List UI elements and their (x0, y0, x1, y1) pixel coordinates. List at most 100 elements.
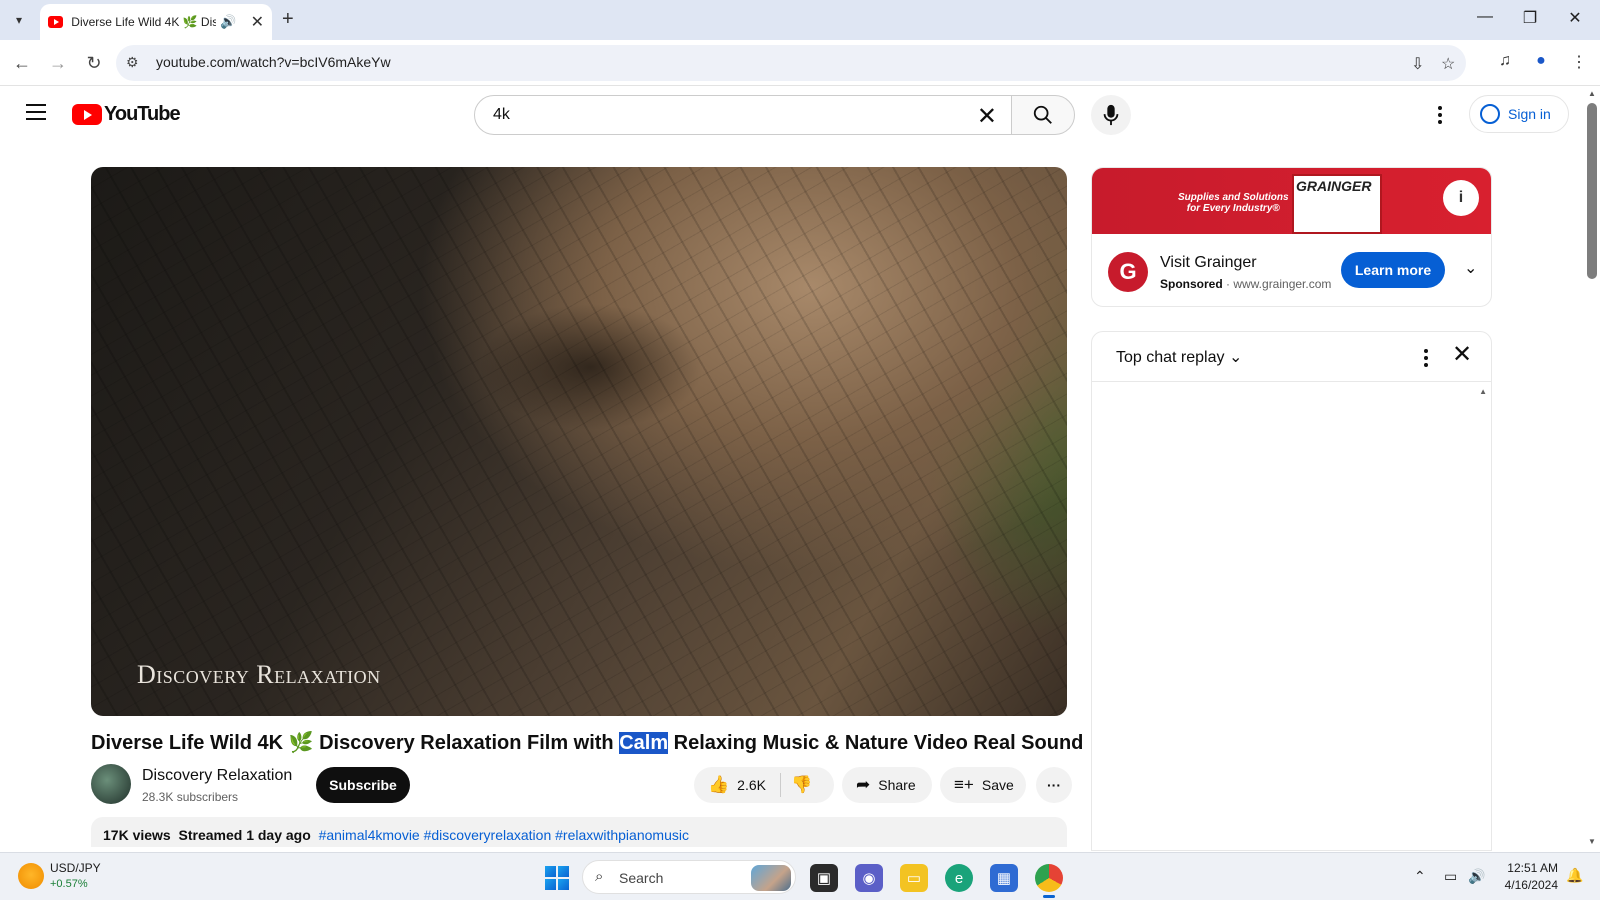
page-scrollbar[interactable]: ▲ ▼ (1584, 87, 1600, 850)
stream-date: Streamed 1 day ago (178, 827, 311, 843)
taskbar: USD/JPY +0.57% ⌕ Search ▣ ◉ ▭ e ▦ ⌃ ▭ 🔊 … (0, 852, 1600, 900)
clock-time: 12:51 AM (1507, 861, 1558, 875)
ticker-label[interactable]: USD/JPY (50, 861, 101, 875)
url-text[interactable]: youtube.com/watch?v=bcIV6mAkeYw (156, 54, 391, 70)
teams-chat-icon[interactable]: ◉ (855, 864, 883, 892)
hamburger-menu-icon[interactable] (26, 104, 46, 120)
sign-in-label: Sign in (1508, 106, 1551, 122)
search-icon: ⌕ (595, 868, 604, 885)
ad-title[interactable]: Visit Grainger (1160, 254, 1257, 272)
ad-domain: · www.grainger.com (1226, 277, 1332, 291)
chrome-icon[interactable] (1035, 864, 1063, 898)
sign-in-button[interactable]: Sign in (1469, 95, 1569, 133)
share-icon: ➦ (856, 775, 871, 794)
save-button[interactable]: ≡+ Save (940, 767, 1026, 803)
video-title: Diverse Life Wild 4K 🌿 Discovery Relaxat… (91, 730, 1083, 755)
search-icon (1033, 105, 1052, 124)
like-count[interactable]: 2.6K (737, 777, 766, 793)
share-button[interactable]: ➦ Share (842, 767, 932, 803)
youtube-logo[interactable]: YouTube (72, 103, 181, 126)
clear-search-icon[interactable]: ✕ (977, 102, 997, 131)
chat-header: Top chat replay ⌄ ✕ (1092, 332, 1491, 382)
like-icon[interactable]: 👍 (708, 775, 729, 795)
video-player[interactable]: Discovery Relaxation (91, 167, 1067, 716)
ad-banner[interactable]: Supplies and Solutions for Every Industr… (1092, 168, 1491, 234)
save-playlist-icon: ≡+ (954, 775, 974, 794)
browser-menu-icon[interactable]: ⋮ (1568, 52, 1590, 72)
channel-avatar[interactable] (91, 764, 131, 804)
save-label: Save (981, 777, 1014, 793)
tab-close-icon[interactable]: ✕ (251, 12, 264, 32)
minimize-icon[interactable]: — (1470, 8, 1500, 26)
more-actions-button[interactable]: ··· (1036, 767, 1072, 803)
microsoft-store-icon[interactable]: ▦ (990, 864, 1018, 892)
chat-close-icon[interactable]: ✕ (1452, 340, 1472, 369)
chat-replay-panel: Top chat replay ⌄ ✕ ▲ (1091, 331, 1492, 851)
network-icon[interactable]: ▭ (1444, 868, 1457, 885)
advertiser-logo-icon[interactable]: G (1108, 252, 1148, 292)
weather-widget-icon[interactable] (18, 863, 44, 889)
reload-icon[interactable]: ↻ (82, 51, 106, 75)
ad-info-icon[interactable]: i (1443, 180, 1479, 216)
new-tab-button[interactable]: + (282, 8, 294, 31)
search-input[interactable]: 4k ✕ (474, 95, 1012, 135)
youtube-header: YouTube 4k ✕ Sign in (0, 87, 1580, 143)
back-icon[interactable]: ← (10, 51, 34, 75)
dislike-icon[interactable]: 👎 (791, 775, 812, 795)
chevron-down-icon: ⌄ (1228, 349, 1243, 366)
scrollbar-thumb[interactable] (1587, 103, 1597, 279)
task-view-icon[interactable]: ▣ (810, 864, 838, 892)
speaker-icon[interactable]: 🔊 (220, 14, 236, 30)
scroll-down-icon[interactable]: ▼ (1588, 837, 1596, 846)
system-clock[interactable]: 12:51 AM 4/16/2024 (1500, 860, 1558, 894)
profile-icon[interactable]: ● (1530, 52, 1552, 70)
chat-title: Top chat replay (1116, 349, 1225, 366)
like-dislike-group: 👍 2.6K 👎 (694, 767, 834, 803)
learn-more-button[interactable]: Learn more (1341, 252, 1445, 288)
ad-card[interactable]: Supplies and Solutions for Every Industr… (1091, 167, 1492, 307)
chat-scroll-up-icon[interactable]: ▲ (1479, 387, 1487, 396)
show-hidden-icons-icon[interactable]: ⌃ (1414, 868, 1426, 885)
search-button[interactable] (1011, 95, 1075, 135)
browser-toolbar: ← → ↻ ⚙ youtube.com/watch?v=bcIV6mAkeYw … (0, 40, 1600, 86)
search-query[interactable]: 4k (493, 106, 510, 124)
tab-search-icon[interactable]: ▾ (8, 9, 30, 31)
share-label: Share (878, 777, 916, 793)
subscribe-button[interactable]: Subscribe (316, 767, 410, 803)
ad-tagline-1: Supplies and Solutions (1178, 192, 1289, 203)
voice-search-button[interactable] (1091, 95, 1131, 135)
more-horizontal-icon: ··· (1047, 777, 1061, 793)
ad-tagline: Supplies and Solutions for Every Industr… (1178, 192, 1289, 214)
start-windows-icon[interactable] (545, 866, 569, 890)
taskbar-search-label: Search (619, 870, 664, 886)
bookmark-star-icon[interactable]: ☆ (1441, 54, 1455, 74)
taskbar-search[interactable]: ⌕ Search (582, 860, 796, 894)
media-controls-icon[interactable]: ♫ (1494, 52, 1516, 70)
install-app-icon[interactable]: ⇩ (1411, 54, 1424, 74)
ad-sponsored-line: Sponsored · www.grainger.com (1160, 277, 1331, 291)
site-info-icon[interactable]: ⚙ (126, 54, 139, 71)
youtube-logo-text: YouTube (104, 103, 181, 125)
chat-mode-dropdown[interactable]: Top chat replay ⌄ (1116, 347, 1242, 367)
youtube-play-icon (72, 104, 102, 125)
hashtag-links[interactable]: #animal4kmovie #discoveryrelaxation #rel… (319, 827, 689, 843)
edge-browser-icon[interactable]: e (945, 864, 973, 892)
address-bar[interactable]: ⚙ youtube.com/watch?v=bcIV6mAkeYw ⇩ ☆ (116, 45, 1466, 81)
notification-bell-icon[interactable]: 🔔 (1566, 867, 1583, 884)
description-box[interactable]: 17K views Streamed 1 day ago #animal4kmo… (91, 817, 1067, 847)
chevron-down-icon[interactable]: ⌄ (1464, 258, 1477, 278)
volume-icon[interactable]: 🔊 (1468, 868, 1485, 885)
chat-more-icon[interactable] (1414, 346, 1438, 370)
settings-more-icon[interactable] (1428, 103, 1452, 127)
forward-icon[interactable]: → (46, 51, 70, 75)
window-close-icon[interactable]: ✕ (1560, 8, 1590, 28)
title-highlight: Calm (619, 732, 669, 754)
restore-icon[interactable]: ❐ (1515, 8, 1545, 28)
scroll-up-icon[interactable]: ▲ (1588, 89, 1596, 98)
search-highlight-image (751, 865, 791, 891)
channel-name[interactable]: Discovery Relaxation (142, 767, 292, 785)
ticker-change: +0.57% (50, 878, 88, 890)
file-explorer-icon[interactable]: ▭ (900, 864, 928, 892)
like-divider (779, 773, 781, 797)
tab-active[interactable]: Diverse Life Wild 4K 🌿 Dis 🔊 ✕ (40, 4, 272, 40)
